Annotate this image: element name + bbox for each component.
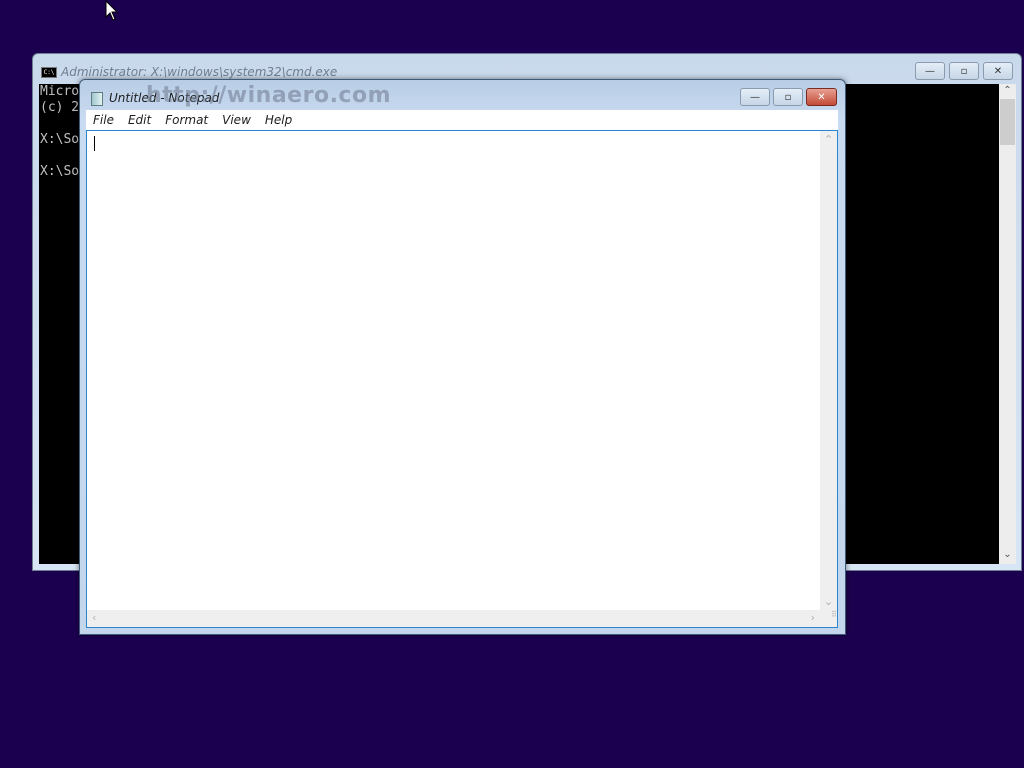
scroll-up-icon[interactable]: ⌃ bbox=[824, 133, 833, 146]
scroll-up-icon[interactable]: ⌃ bbox=[999, 85, 1016, 99]
text-caret bbox=[94, 136, 95, 151]
cmd-vertical-scrollbar[interactable]: ⌃ ⌄ bbox=[999, 84, 1016, 564]
watermark: http://winaero.com bbox=[146, 83, 392, 108]
notepad-window[interactable]: Untitled - Notepad http://winaero.com — … bbox=[79, 79, 846, 635]
menu-file[interactable]: File bbox=[86, 113, 121, 127]
notepad-maximize-button[interactable]: ▫ bbox=[773, 88, 803, 106]
cmd-minimize-button[interactable]: — bbox=[915, 62, 945, 80]
scroll-thumb[interactable] bbox=[1000, 99, 1015, 145]
menu-help[interactable]: Help bbox=[258, 113, 299, 127]
notepad-icon bbox=[91, 92, 103, 106]
mouse-cursor-icon bbox=[105, 0, 119, 21]
scroll-left-icon[interactable]: ‹ bbox=[92, 611, 96, 624]
menu-format[interactable]: Format bbox=[158, 113, 215, 127]
scroll-down-icon[interactable]: ⌄ bbox=[999, 549, 1016, 563]
scroll-down-icon[interactable]: ⌄ bbox=[824, 595, 833, 608]
scroll-right-icon[interactable]: › bbox=[811, 611, 815, 624]
menu-edit[interactable]: Edit bbox=[121, 113, 158, 127]
cmd-close-button[interactable]: ✕ bbox=[983, 62, 1013, 80]
text-editor[interactable]: ⌃ ⌄ ‹ › ⠿ bbox=[86, 130, 838, 628]
horizontal-scrollbar[interactable]: ‹ › bbox=[87, 610, 820, 627]
notepad-minimize-button[interactable]: — bbox=[740, 88, 770, 106]
cmd-title: Administrator: X:\windows\system32\cmd.e… bbox=[61, 65, 338, 79]
notepad-close-button[interactable]: ✕ bbox=[806, 88, 837, 106]
menu-bar: File Edit Format View Help bbox=[86, 110, 838, 130]
vertical-scrollbar[interactable]: ⌃ ⌄ bbox=[820, 131, 837, 610]
menu-view[interactable]: View bbox=[215, 113, 258, 127]
cmd-maximize-button[interactable]: ▫ bbox=[949, 62, 979, 80]
console-icon: C:\ bbox=[41, 67, 57, 78]
resize-grip-icon[interactable]: ⠿ bbox=[820, 610, 837, 627]
